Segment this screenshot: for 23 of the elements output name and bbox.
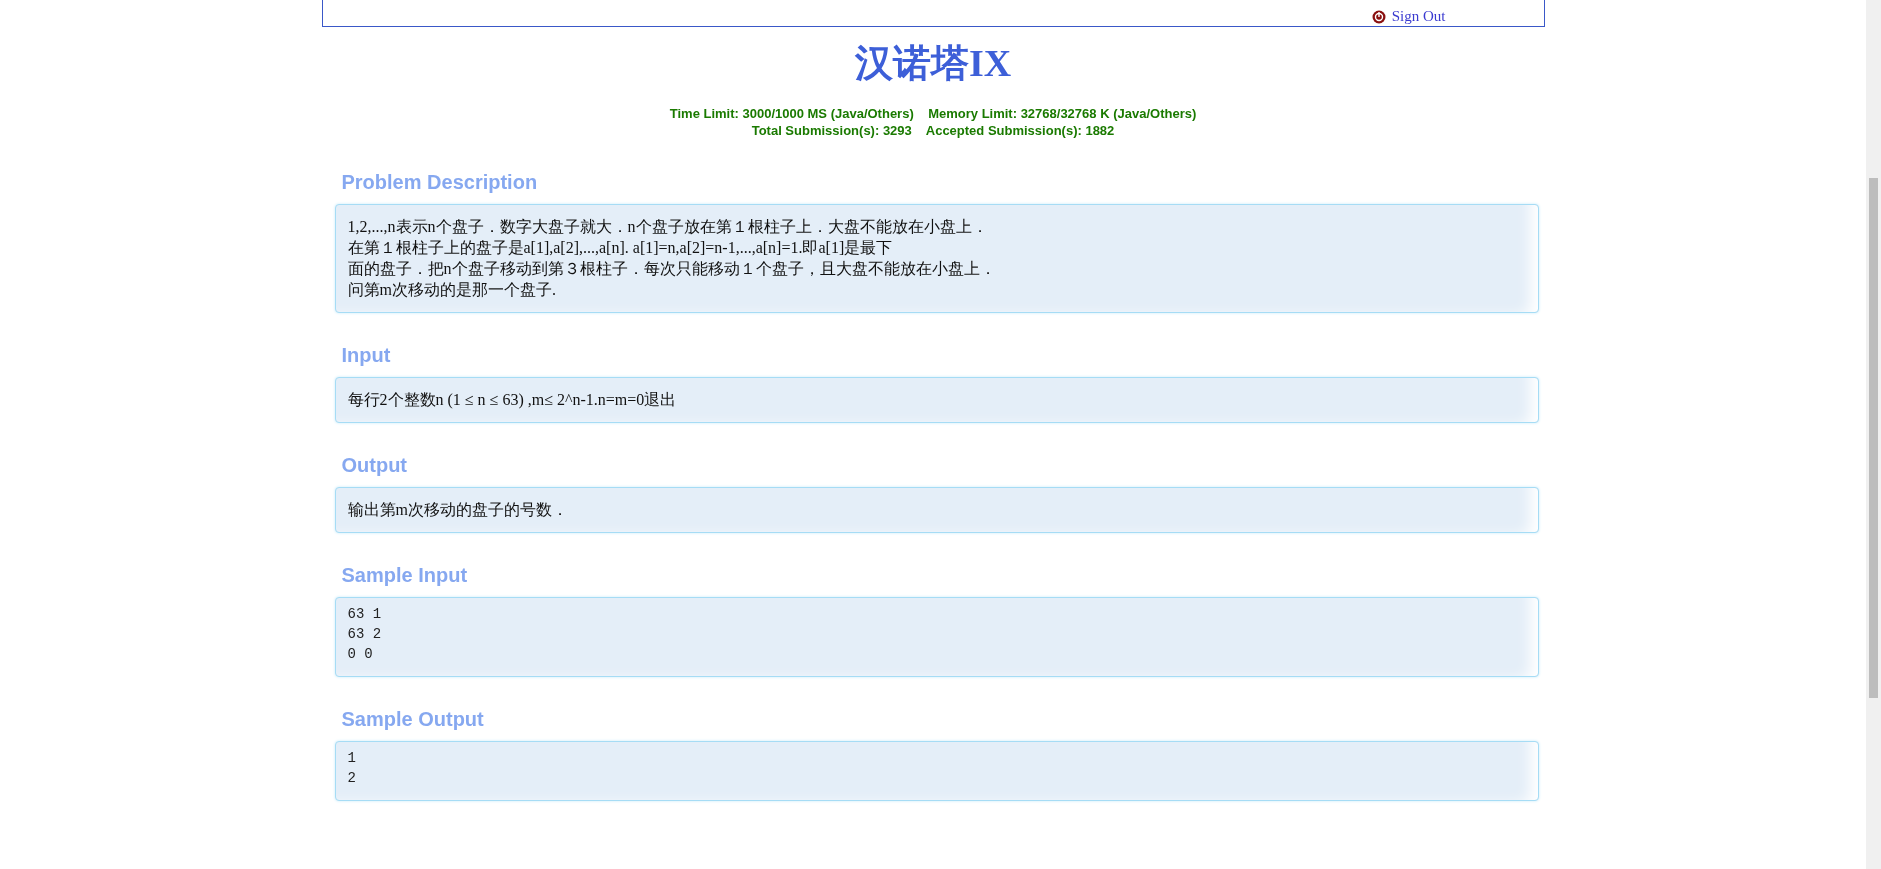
sample-line: 2 (347, 769, 357, 788)
limit-info: Total Submission(s): 3293 Accepted Submission(s): 1882 (750, 122, 1116, 139)
problem-title: 汉诺塔IX (854, 41, 1012, 85)
sign-out-link[interactable]: Sign Out (1371, 8, 1446, 25)
text-line: 1,2,...,n表示n个盘子．数字大盘子就大．n个盘子放在第１根柱子上．大盘不能放在小盘上． (347, 217, 989, 237)
text-line: 输出第m次移动的盘子的号数． (347, 500, 569, 520)
text-line: 面的盘子．把n个盘子移动到第３根柱子．每次只能移动１个盘子，且大盘不能放在小盘上． (347, 259, 997, 279)
text-line: 在第１根柱子上的盘子是a[1],a[2],...,a[n]. a[1]=n,a[2]=n-1,...,a[n]=1.即a[1]是最下 (347, 238, 894, 258)
text-line: 问第m次移动的是那一个盘子. (347, 280, 557, 300)
scrollbar-thumb[interactable] (1869, 178, 1878, 698)
scrollbar[interactable] (1866, 0, 1881, 869)
section-heading: Sample Output (341, 707, 485, 731)
sample-line: 0 0 (347, 645, 374, 664)
section-heading: Input (341, 343, 392, 367)
text-line: 每行2个整数n (1 ≤ n ≤ 63) ,m≤ 2^n-1.n=m=0退出 (347, 390, 678, 410)
limit-info: Time Limit: 3000/1000 MS (Java/Others) Memory Limit: 32768/32768 K (Java/Others) (669, 105, 1197, 122)
section-heading: Output (341, 453, 409, 477)
power-icon (1371, 9, 1386, 24)
sample-line: 63 2 (347, 625, 383, 644)
sample-line: 63 1 (347, 605, 383, 624)
section-heading: Sample Input (341, 563, 469, 587)
sample-line: 1 (347, 749, 357, 768)
section-heading: Problem Description (341, 170, 539, 194)
